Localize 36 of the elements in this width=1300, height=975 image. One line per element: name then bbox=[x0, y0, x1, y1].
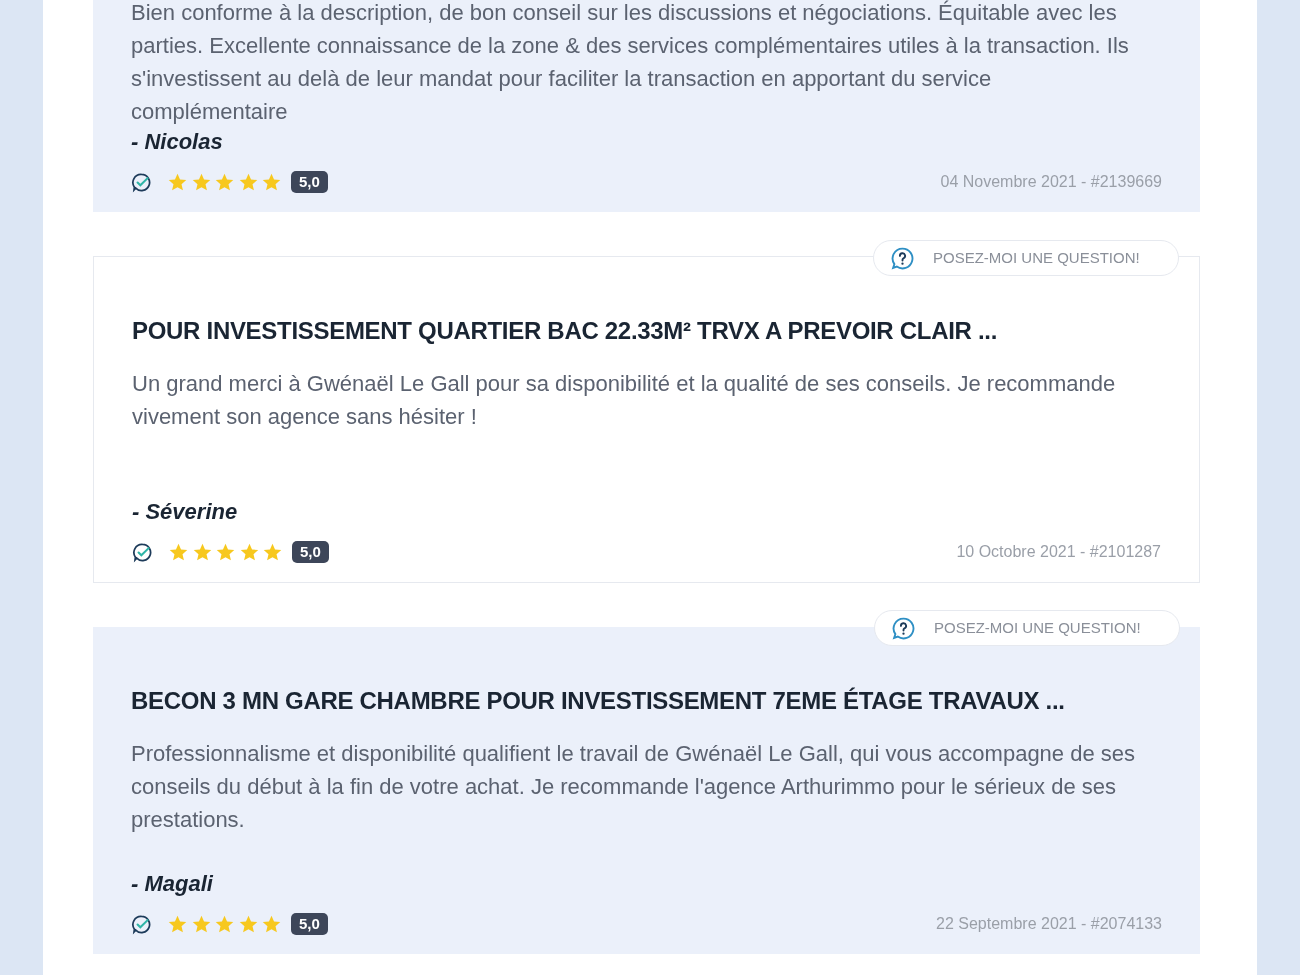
review-date: 22 Septembre 2021 - #2074133 bbox=[936, 914, 1162, 934]
star-icon bbox=[261, 913, 282, 935]
star-icon bbox=[168, 541, 189, 563]
verified-check-icon bbox=[132, 541, 153, 563]
question-bubble-icon bbox=[891, 615, 916, 641]
star-icon bbox=[167, 913, 188, 935]
star-icon bbox=[261, 171, 282, 193]
star-icon bbox=[262, 541, 283, 563]
ask-question-button[interactable]: POSEZ-MOI UNE QUESTION! bbox=[873, 240, 1179, 276]
review-date: 04 Novembre 2021 - #2139669 bbox=[940, 172, 1162, 192]
review-text: Professionnalisme et disponibilité qualifient le travail de Gwénaël Le Gall, qui vous accompagne de ses conseils du début à la fin de votre achat. Je recommande l'agence Arthurimmo pour le sérieux de ses prestations. bbox=[131, 740, 1137, 834]
star-icon bbox=[237, 171, 259, 193]
verified-check-icon bbox=[131, 171, 152, 193]
listing-title: BECON 3 MN GARE CHAMBRE POUR INVESTISSEMENT 7EME ÉTAGE TRAVAUX ... bbox=[131, 686, 1066, 716]
review-text: Un grand merci à Gwénaël Le Gall pour sa disponibilité et la qualité de ses conseils. Je recommande vivement son agence sans hésiter ! bbox=[132, 370, 1117, 431]
listing-title: POUR INVESTISSEMENT QUARTIER BAC 22.33M² TRVX A PREVOIR CLAIR ... bbox=[132, 316, 999, 346]
ask-question-button[interactable]: POSEZ-MOI UNE QUESTION! bbox=[874, 610, 1180, 646]
review-author: - Magali bbox=[131, 870, 214, 898]
star-icon bbox=[237, 913, 259, 935]
star-icon bbox=[238, 541, 260, 563]
star-icon bbox=[190, 171, 212, 193]
rating-score: 5,0 bbox=[292, 541, 329, 563]
review-author: - Nicolas bbox=[131, 128, 224, 156]
review-date: 10 Octobre 2021 - #2101287 bbox=[956, 542, 1161, 562]
star-icon bbox=[215, 541, 236, 563]
star-icon bbox=[191, 541, 213, 563]
rating-score: 5,0 bbox=[291, 913, 328, 935]
verified-check-icon bbox=[131, 913, 152, 935]
star-icon bbox=[214, 171, 235, 193]
rating-score: 5,0 bbox=[291, 171, 328, 193]
star-icon bbox=[214, 913, 235, 935]
star-icon bbox=[190, 913, 212, 935]
question-bubble-icon bbox=[890, 245, 915, 271]
review-author: - Séverine bbox=[132, 498, 239, 526]
review-text: Bien conforme à la description, de bon conseil sur les discussions et négociations. Équitable avec les parties. Excellente connaissance de la zone & des services complémentaires utiles à la transaction. Ils s'investissent au delà de leur mandat pour faciliter la transaction en apportant du service complémentaire bbox=[131, 0, 1130, 126]
star-icon bbox=[167, 171, 188, 193]
